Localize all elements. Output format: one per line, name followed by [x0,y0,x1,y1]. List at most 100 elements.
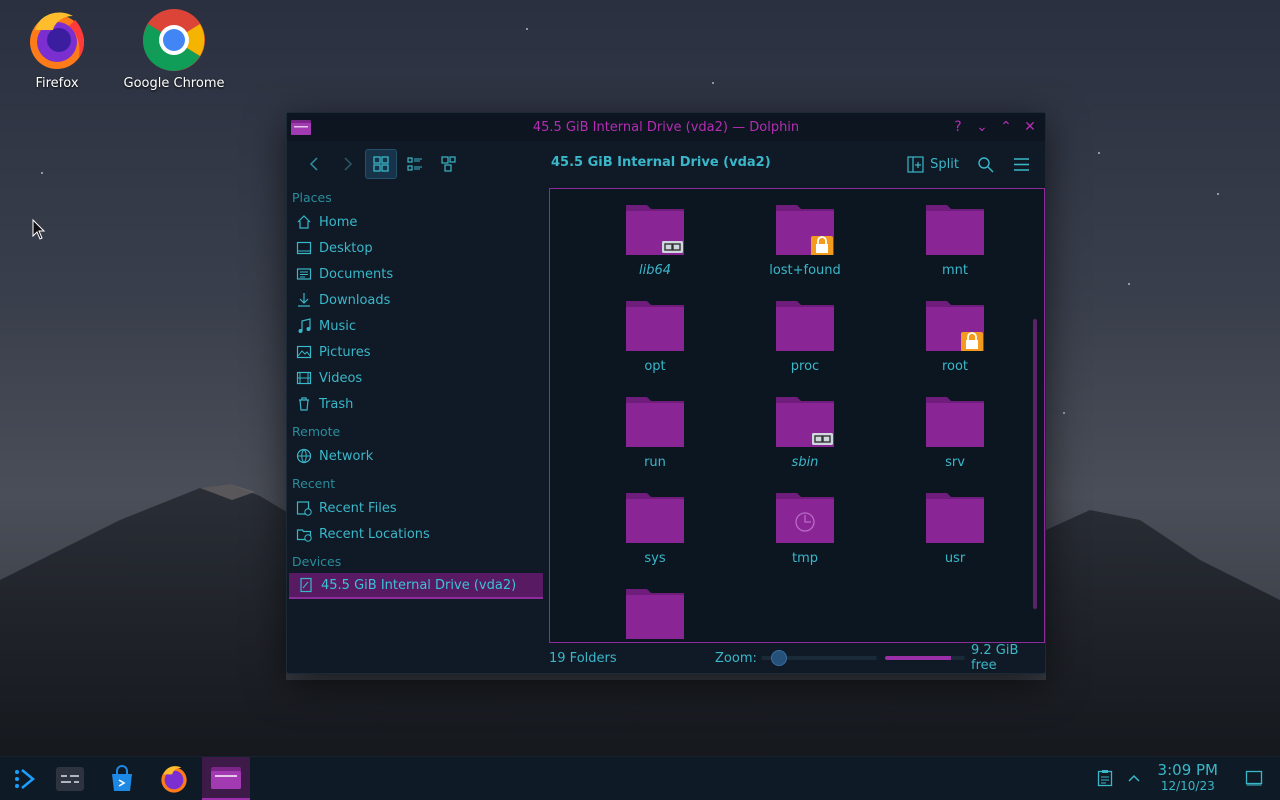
folder-label: usr [944,551,966,566]
folder-icon [775,299,835,351]
digital-clock[interactable]: 3:09 PM 12/10/23 [1158,761,1218,793]
places-panel: Places Home Desktop Documents Downloads … [287,187,545,643]
folder-item[interactable]: proc [730,299,880,395]
folder-count: 19 Folders [549,650,617,666]
split-view-icon [907,155,924,173]
folder-icon [625,395,685,447]
taskbar-dolphin[interactable] [202,757,250,800]
folder-label: opt [644,359,666,374]
sidebar-item-label: Home [319,214,358,230]
forward-button[interactable] [331,149,363,179]
clipboard-icon[interactable] [1097,769,1113,791]
google-chrome-icon [142,8,206,72]
folder-item[interactable]: tmp [730,491,880,587]
sidebar-item-trash[interactable]: Trash [287,391,545,417]
details-view-button[interactable] [399,149,431,179]
recent-header: Recent [292,476,336,491]
videos-icon [295,369,313,387]
zoom-slider-handle[interactable] [770,650,787,666]
sidebar-item-label: Network [319,448,374,464]
firefox-icon [161,766,187,793]
search-icon [977,156,993,172]
pictures-icon [295,343,313,361]
home-icon [295,213,313,231]
folder-icon [625,587,685,639]
folder-icon [925,491,985,543]
sidebar-item-label: Downloads [319,292,391,308]
sidebar-item-desktop[interactable]: Desktop [287,235,545,261]
folder-item[interactable]: run [580,395,730,491]
sidebar-item-label: Desktop [319,240,373,256]
toolbar: 45.5 GiB Internal Drive (vda2) Split [287,141,1045,187]
sidebar-item-label: Recent Files [319,500,397,516]
folder-item[interactable]: usr [880,491,1030,587]
documents-icon [295,265,313,283]
folder-icon [925,299,985,352]
show-desktop-icon[interactable] [1245,769,1263,791]
window-titlebar[interactable]: 45.5 GiB Internal Drive (vda2) — Dolphin… [287,113,1045,141]
folder-item[interactable]: lib64 [580,203,730,299]
symlink-emblem-icon [662,241,683,253]
maximize-icon[interactable]: ⌃ [997,118,1015,136]
free-space-bar [885,656,965,660]
sidebar-item-pictures[interactable]: Pictures [287,339,545,365]
sidebar-item-network[interactable]: Network [287,443,545,469]
desktop-icon-google-chrome[interactable]: Google Chrome [119,8,229,91]
folder-item[interactable] [580,587,730,642]
network-icon [295,447,313,465]
folder-item[interactable]: opt [580,299,730,395]
search-button[interactable] [969,149,1001,179]
sidebar-item-documents[interactable]: Documents [287,261,545,287]
desktop-icon-label: Google Chrome [123,76,225,91]
location-path[interactable]: 45.5 GiB Internal Drive (vda2) [551,155,771,170]
folder-item[interactable]: mnt [880,203,1030,299]
sidebar-item-recent-files[interactable]: Recent Files [287,495,545,521]
back-button[interactable] [299,149,331,179]
folder-item[interactable]: sys [580,491,730,587]
folder-item[interactable]: srv [880,395,1030,491]
sidebar-item-home[interactable]: Home [287,209,545,235]
folder-item[interactable]: sbin [730,395,880,491]
folder-label: root [941,359,969,374]
sidebar-item-videos[interactable]: Videos [287,365,545,391]
dolphin-folder-icon [211,766,241,789]
desktop-icon [295,239,313,257]
taskbar-discover[interactable] [98,757,146,800]
taskbar-firefox[interactable] [150,757,198,800]
details-view-icon [407,157,422,171]
folder-grid: lib64 lost+found mnt opt proc root run sbin srv s… [580,203,1030,642]
sidebar-item-recent-locations[interactable]: Recent Locations [287,521,545,547]
sidebar-item-downloads[interactable]: Downloads [287,287,545,313]
trash-icon [295,395,313,413]
icons-view-button[interactable] [365,149,397,179]
sidebar-item-internal-drive[interactable]: 45.5 GiB Internal Drive (vda2) [289,573,543,599]
icons-view-icon [373,156,389,172]
folder-icon [775,395,835,447]
application-launcher-button[interactable] [0,757,48,800]
folder-view[interactable]: lib64 lost+found mnt opt proc root run sbin srv s… [549,188,1045,643]
folder-item[interactable]: root [880,299,1030,395]
show-hidden-tray-icon[interactable] [1126,769,1142,791]
folder-label: tmp [791,551,818,566]
folder-label: mnt [942,263,968,278]
compact-view-button[interactable] [433,149,465,179]
sidebar-item-label: Trash [319,396,354,412]
close-icon[interactable]: ✕ [1021,118,1039,136]
split-button[interactable]: Split [901,149,965,179]
back-arrow-icon [309,157,318,171]
minimize-icon[interactable]: ⌄ [973,118,991,136]
folder-label: sbin [791,455,819,470]
folder-icon [925,395,985,447]
vertical-scrollbar[interactable] [1033,319,1037,609]
places-header: Places [292,190,332,205]
menu-button[interactable] [1005,149,1037,179]
folder-item[interactable]: lost+found [730,203,880,299]
taskbar-system-settings[interactable] [46,757,94,800]
sidebar-item-music[interactable]: Music [287,313,545,339]
status-bar: 19 Folders Zoom: 9.2 GiB free [549,643,1045,673]
steamdeck-launcher-icon [15,769,35,789]
folder-icon [625,491,685,543]
help-icon[interactable]: ? [949,118,967,136]
zoom-label: Zoom: [715,650,757,666]
desktop-icon-firefox[interactable]: Firefox [2,8,112,91]
